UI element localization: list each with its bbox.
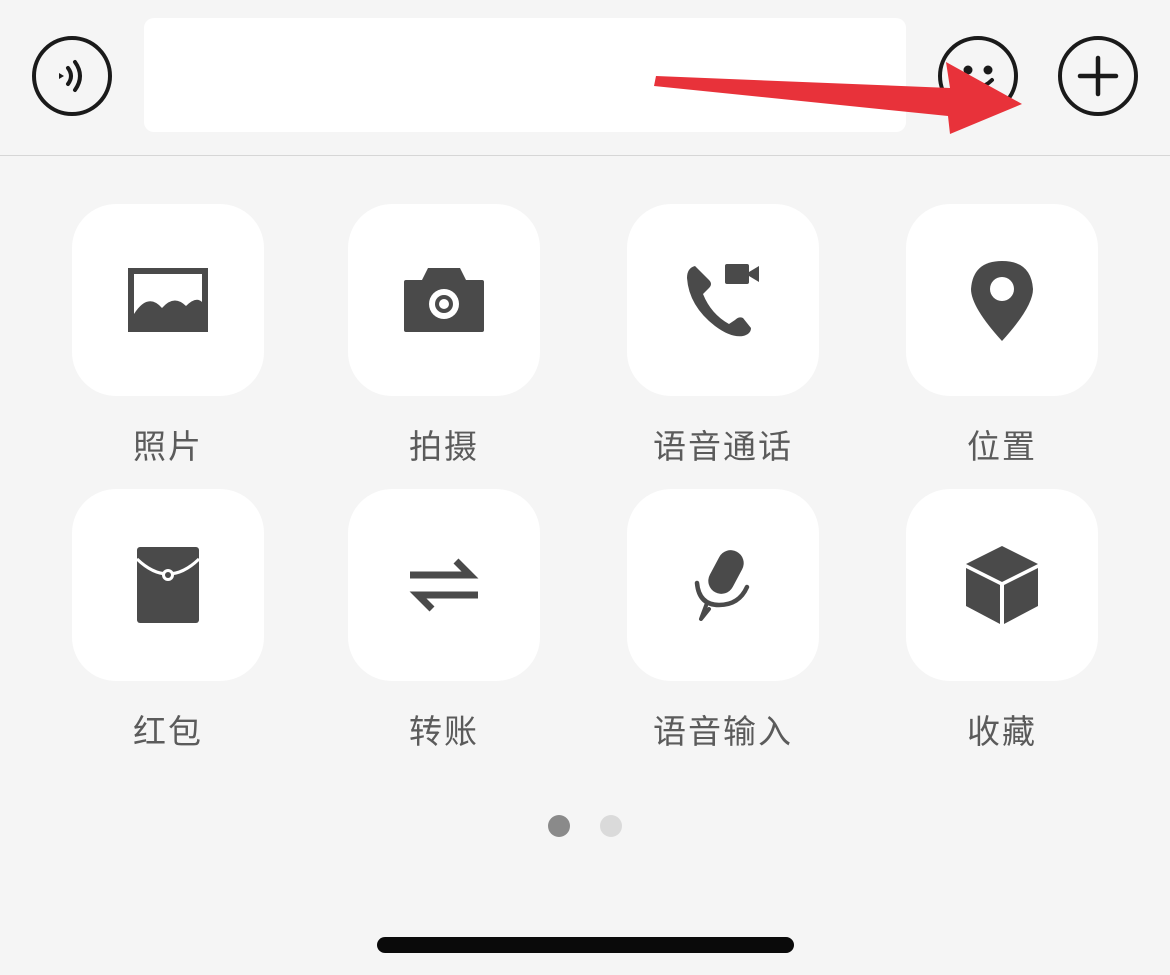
action-tile[interactable] — [348, 489, 540, 681]
action-location[interactable]: 位置 — [906, 204, 1098, 466]
action-tile[interactable] — [906, 204, 1098, 396]
action-tile[interactable] — [906, 489, 1098, 681]
cube-favorites-icon — [966, 546, 1038, 624]
action-tile[interactable] — [72, 204, 264, 396]
action-label: 拍摄 — [409, 427, 479, 466]
emoji-button[interactable] — [938, 36, 1018, 116]
more-actions-button[interactable] — [1058, 36, 1138, 116]
microphone-icon — [694, 550, 750, 621]
action-red-packet[interactable]: 红包 — [72, 489, 264, 751]
plus-icon — [1077, 55, 1119, 97]
action-label: 语音通话 — [653, 427, 793, 466]
action-label: 收藏 — [967, 712, 1037, 751]
camera-icon — [404, 268, 484, 332]
action-tile[interactable] — [627, 489, 819, 681]
action-camera[interactable]: 拍摄 — [348, 204, 540, 466]
message-input[interactable] — [144, 18, 906, 132]
action-favorites[interactable]: 收藏 — [906, 489, 1098, 751]
voice-mode-button[interactable] — [32, 36, 112, 116]
location-pin-icon — [971, 261, 1033, 341]
transfer-arrows-icon — [409, 558, 479, 612]
page-indicator-dot[interactable] — [600, 815, 622, 837]
action-label: 照片 — [133, 427, 203, 466]
home-indicator[interactable] — [377, 937, 794, 953]
emoji-face-icon — [962, 65, 994, 89]
action-label: 位置 — [967, 427, 1037, 466]
page-indicator-dot-active[interactable] — [548, 815, 570, 837]
action-label: 转账 — [409, 712, 479, 751]
chat-input-bar — [0, 0, 1170, 156]
image-icon — [128, 268, 208, 332]
action-voice-call[interactable]: 语音通话 — [627, 204, 819, 466]
action-voice-input[interactable]: 语音输入 — [627, 489, 819, 751]
action-photo[interactable]: 照片 — [72, 204, 264, 466]
phone-video-call-icon — [687, 264, 759, 337]
action-transfer[interactable]: 转账 — [348, 489, 540, 751]
chat-extension-panel: 照片 拍摄 语音通话 位置 红包 转账 语音输入 收藏 — [0, 0, 1170, 975]
action-tile[interactable] — [72, 489, 264, 681]
action-tile[interactable] — [348, 204, 540, 396]
action-label: 语音输入 — [653, 712, 793, 751]
voice-wave-icon — [59, 60, 82, 92]
red-packet-icon — [135, 547, 201, 623]
action-tile[interactable] — [627, 204, 819, 396]
action-label: 红包 — [133, 712, 203, 751]
